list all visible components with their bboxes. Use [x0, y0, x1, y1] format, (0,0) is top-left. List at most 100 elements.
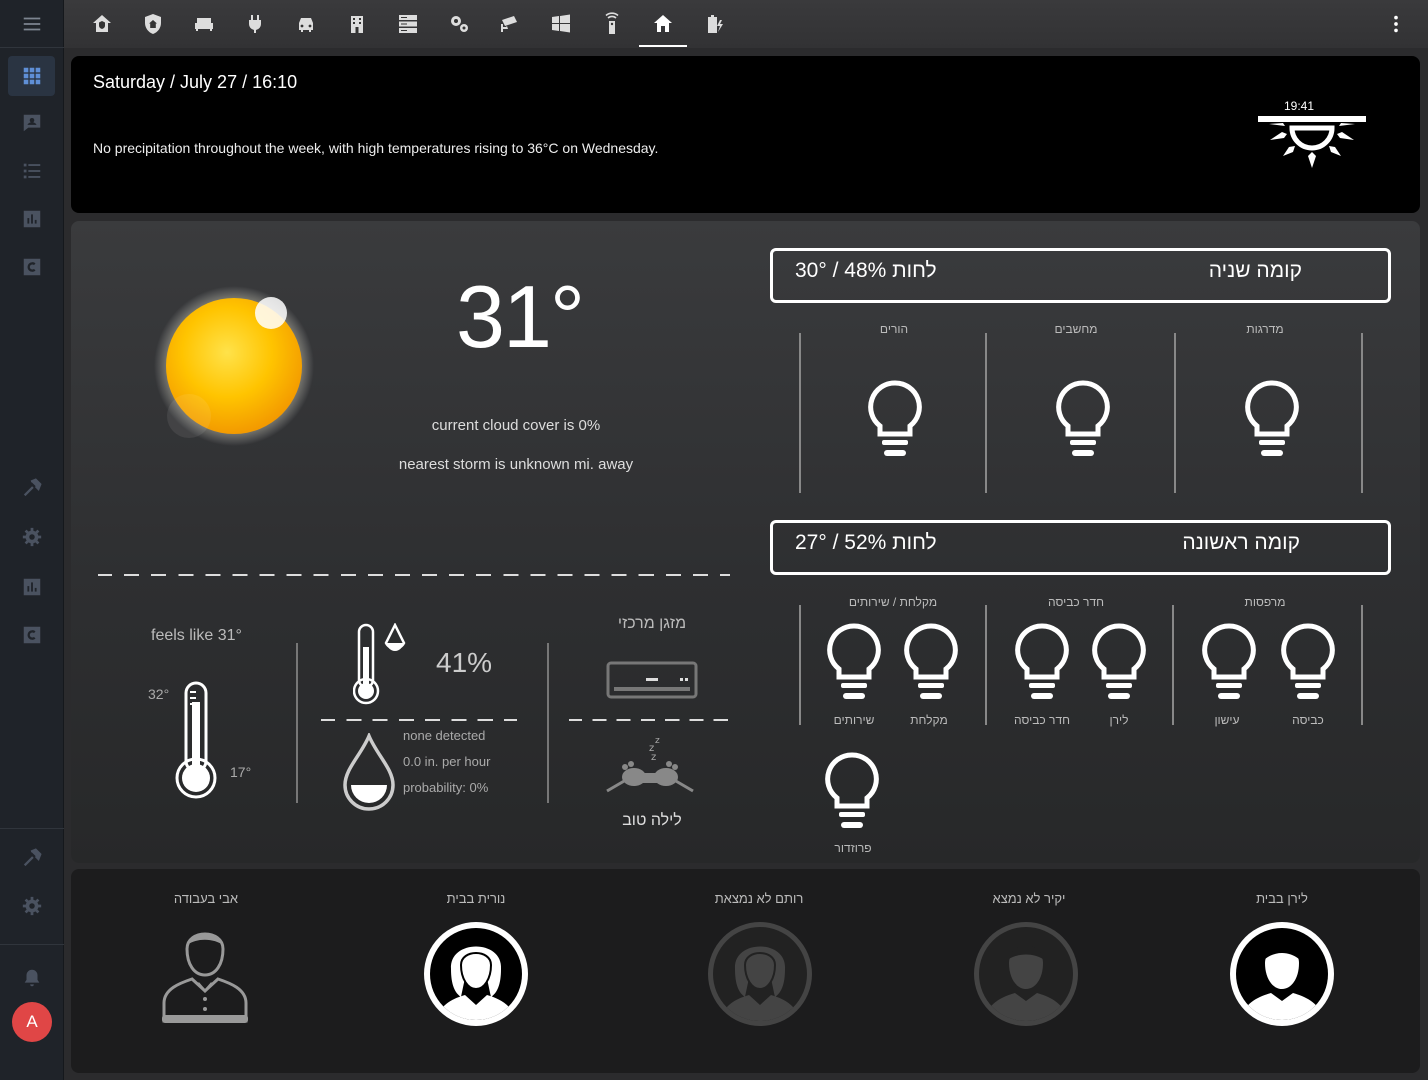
- lightbulb-icon: [827, 623, 881, 699]
- person-woman-icon: [424, 922, 528, 1026]
- sidebar-item-settings[interactable]: [8, 517, 55, 557]
- tab-building[interactable]: [334, 6, 380, 42]
- user-avatar[interactable]: A: [12, 1002, 52, 1042]
- person-yakir[interactable]: [971, 919, 1081, 1034]
- light-parents[interactable]: [865, 379, 925, 464]
- tab-battery[interactable]: [691, 6, 737, 42]
- sidebar-item-hacs-2[interactable]: [8, 615, 55, 655]
- sidebar-item-logbook[interactable]: [8, 151, 55, 191]
- light-shower[interactable]: [901, 622, 961, 707]
- sidebar-item-settings-2[interactable]: [8, 886, 55, 926]
- svg-text:z: z: [655, 736, 660, 746]
- people-card: אבי בעבודה נורית בבית רותם לא נמצאת יקיר…: [71, 869, 1420, 1073]
- tab-windows[interactable]: [538, 6, 584, 42]
- tab-remote[interactable]: [589, 6, 635, 42]
- sidebar-item-developer-2[interactable]: [8, 838, 55, 878]
- light-label: כביסה: [1292, 713, 1324, 727]
- person-status-label: לירן בבית: [1256, 891, 1308, 906]
- tab-home[interactable]: [640, 6, 686, 42]
- person-liran[interactable]: [1227, 919, 1337, 1034]
- light-stairs[interactable]: [1242, 379, 1302, 464]
- svg-text:z: z: [651, 752, 656, 763]
- active-tab-indicator: [639, 45, 687, 47]
- current-temperature: 31°: [456, 267, 585, 366]
- sidebar-item-overview[interactable]: [8, 56, 55, 96]
- sidebar-item-hacs[interactable]: [8, 247, 55, 287]
- sidebar-item-map[interactable]: [8, 103, 55, 143]
- room-label: מרפסות: [1244, 595, 1286, 609]
- person-status-label: רותם לא נמצאת: [714, 891, 804, 906]
- lightbulb-icon: [825, 752, 879, 828]
- ac-label: מזגן מרכזי: [617, 615, 687, 632]
- light-smoking[interactable]: [1199, 622, 1259, 707]
- tab-home-security[interactable]: [79, 6, 125, 42]
- air-conditioner-icon: [606, 661, 698, 699]
- good-night-label: לילה טוב: [622, 812, 682, 829]
- tab-living-room[interactable]: [181, 6, 227, 42]
- notifications-button[interactable]: [8, 958, 55, 998]
- air-conditioner-button[interactable]: [606, 661, 698, 706]
- lightbulb-icon: [1281, 623, 1335, 699]
- cloud-cover-text: current cloud cover is 0%: [431, 417, 601, 434]
- nearest-storm-text: nearest storm is unknown mi. away: [398, 456, 634, 473]
- cctv-icon: [501, 16, 517, 32]
- tab-automations[interactable]: [436, 6, 482, 42]
- person-rotem[interactable]: [705, 919, 815, 1034]
- precipitation-rate: 0.0 in. per hour: [403, 754, 491, 769]
- tab-car[interactable]: [283, 6, 329, 42]
- person-status-label: נורית בבית: [446, 891, 506, 906]
- hammer-icon: [23, 478, 42, 497]
- water-drop-icon: [343, 733, 395, 811]
- light-laundry-balcony[interactable]: [1278, 622, 1338, 707]
- lightbulb-icon: [1202, 623, 1256, 699]
- light-computers[interactable]: [1053, 379, 1113, 464]
- chart-icon: [23, 210, 40, 228]
- person-man-icon: [974, 922, 1078, 1026]
- home-icon: [654, 15, 672, 32]
- floor-first-climate: 27° / 52% לחות: [795, 531, 937, 554]
- sunset-icon: [1258, 116, 1366, 168]
- light-liran[interactable]: [1089, 622, 1149, 707]
- tab-security[interactable]: [130, 6, 176, 42]
- sidebar-item-history-2[interactable]: [8, 567, 55, 607]
- view-tabs-toolbar: [64, 0, 1428, 48]
- date-time: Saturday / July 27 / 16:10: [93, 72, 298, 92]
- bell-icon: [24, 969, 39, 987]
- person-man-icon: [1230, 922, 1334, 1026]
- menu-button[interactable]: [8, 8, 56, 40]
- hammer-icon: [23, 848, 42, 867]
- lightbulb-icon: [1015, 623, 1069, 699]
- tab-cameras[interactable]: [487, 6, 533, 42]
- precipitation-detected: none detected: [403, 728, 486, 743]
- humidity-icon: [353, 623, 406, 705]
- room-label: מחשבים: [1054, 322, 1098, 336]
- light-toilet[interactable]: [824, 622, 884, 707]
- floor-second-header[interactable]: 30° / 48% לחות קומה שניה: [770, 248, 1391, 303]
- person-status-label: יקיר לא נמצא: [992, 891, 1066, 906]
- tab-plugs[interactable]: [232, 6, 278, 42]
- floor-first-header[interactable]: 27° / 52% לחות קומה ראשונה: [770, 520, 1391, 575]
- more-options-button[interactable]: [1384, 12, 1408, 36]
- sidebar-item-history[interactable]: [8, 199, 55, 239]
- person-status-label: אבי בעבודה: [173, 891, 239, 906]
- home-overview-card: 31° current cloud cover is 0% nearest st…: [71, 221, 1420, 863]
- light-hallway[interactable]: [822, 751, 882, 836]
- server-icon: [399, 15, 417, 33]
- sidebar-item-developer[interactable]: [8, 468, 55, 508]
- hacs-icon: [23, 626, 40, 644]
- car-icon: [299, 18, 313, 32]
- good-night-button[interactable]: z z z: [601, 733, 699, 804]
- windows-icon: [552, 14, 570, 33]
- person-nurit[interactable]: [421, 919, 531, 1034]
- light-laundry-room[interactable]: [1012, 622, 1072, 707]
- gear-icon: [22, 527, 41, 547]
- floor-second-name: קומה שניה: [1208, 259, 1302, 282]
- thermometer-icon: [175, 681, 217, 799]
- more-vertical-icon: [1394, 15, 1398, 33]
- lightbulb-icon: [1056, 380, 1110, 456]
- message-icon: [23, 114, 40, 132]
- humidity-value: 41%: [436, 647, 493, 678]
- person-avi[interactable]: [160, 919, 250, 1032]
- menu-icon: [23, 17, 41, 31]
- tab-server[interactable]: [385, 6, 431, 42]
